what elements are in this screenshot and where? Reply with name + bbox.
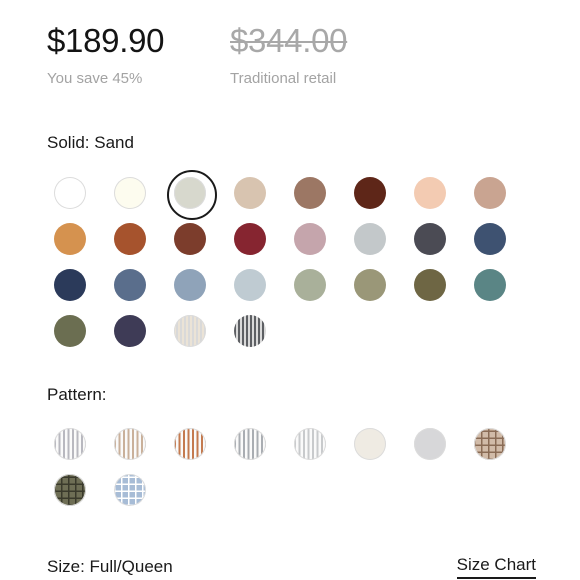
solid-swatch-cranberry[interactable]: [234, 223, 266, 255]
solid-swatch-cream-stripe[interactable]: [174, 315, 206, 347]
solid-swatch-ochre[interactable]: [54, 223, 86, 255]
pattern-swatch-tan-plaid[interactable]: [474, 428, 506, 460]
retail-price: $344.00: [230, 22, 348, 59]
size-label-prefix: Size:: [47, 557, 85, 576]
pattern-swatch-heather-gray[interactable]: [414, 428, 446, 460]
pattern-swatch-gray-stripe[interactable]: [234, 428, 266, 460]
pattern-swatch-gray-ticking-stripe[interactable]: [54, 428, 86, 460]
size-value: Full/Queen: [89, 557, 173, 576]
solid-swatch-charcoal[interactable]: [414, 223, 446, 255]
solid-swatch-teal[interactable]: [474, 269, 506, 301]
solid-label-prefix: Solid:: [47, 133, 90, 152]
size-chart-link[interactable]: Size Chart: [456, 555, 536, 579]
solid-swatch-peach[interactable]: [414, 177, 446, 209]
solid-swatch-olive-gray[interactable]: [354, 269, 386, 301]
solid-swatch-white[interactable]: [54, 177, 86, 209]
solid-swatch-dusty-blue[interactable]: [174, 269, 206, 301]
solid-selected-name: Sand: [94, 133, 134, 152]
pattern-swatch-light-gray-stripe[interactable]: [294, 428, 326, 460]
retail-block: $344.00 Traditional retail: [230, 22, 347, 87]
solid-swatch-taupe[interactable]: [474, 177, 506, 209]
pattern-swatch-tan-stripe[interactable]: [114, 428, 146, 460]
pattern-swatch-blue-plaid[interactable]: [114, 474, 146, 506]
solid-swatch-gray-stripe[interactable]: [234, 315, 266, 347]
savings-text: You save 45%: [47, 70, 143, 87]
solid-swatch-moss[interactable]: [54, 315, 86, 347]
current-price: $189.90: [47, 22, 165, 59]
solid-swatch-mauve[interactable]: [294, 223, 326, 255]
pattern-label: Pattern:: [47, 385, 107, 404]
retail-label: Traditional retail: [230, 70, 337, 87]
solid-swatch-sand[interactable]: [167, 170, 217, 220]
solid-color-label: Solid: Sand: [47, 133, 134, 153]
solid-swatch-light-gray[interactable]: [354, 223, 386, 255]
solid-swatch-brick[interactable]: [174, 223, 206, 255]
price-block: $189.90 You save 45%: [47, 22, 164, 87]
solid-swatch-chocolate[interactable]: [354, 177, 386, 209]
solid-swatch-ivory[interactable]: [114, 177, 146, 209]
size-label: Size: Full/Queen: [47, 557, 173, 577]
pattern-swatch-olive-plaid[interactable]: [54, 474, 86, 506]
pattern-swatch-cream-solid[interactable]: [354, 428, 386, 460]
solid-swatch-mocha[interactable]: [294, 177, 326, 209]
solid-swatch-slate-blue[interactable]: [474, 223, 506, 255]
solid-swatch-denim[interactable]: [114, 269, 146, 301]
pattern-swatch-rust-stripe[interactable]: [174, 428, 206, 460]
solid-swatch-mist[interactable]: [234, 269, 266, 301]
solid-swatch-rust[interactable]: [114, 223, 146, 255]
solid-swatch-midnight[interactable]: [114, 315, 146, 347]
solid-swatch-oatmeal[interactable]: [234, 177, 266, 209]
solid-swatch-sage[interactable]: [294, 269, 326, 301]
solid-swatch-navy[interactable]: [54, 269, 86, 301]
solid-swatch-olive[interactable]: [414, 269, 446, 301]
